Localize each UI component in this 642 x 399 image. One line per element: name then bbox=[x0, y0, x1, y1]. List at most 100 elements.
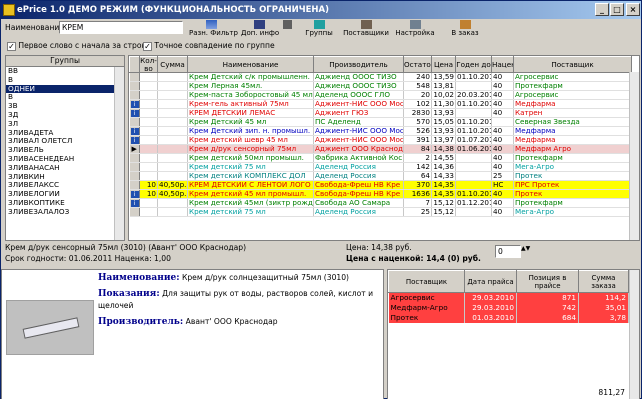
grid-row[interactable]: 10 40,50р. КРЕМ ДЕТСКИЙ С ЛЕНТОЙ ЛОГО Свобо… bbox=[129, 180, 632, 190]
row-indicator: i bbox=[129, 126, 140, 136]
grid-cell-name: Крем детский 50мл промышл. bbox=[187, 153, 314, 163]
prices-column-header[interactable]: Позиция в прайсе bbox=[516, 270, 579, 293]
first-word-checkbox[interactable]: ✓ bbox=[7, 41, 16, 51]
prices-scrollbar[interactable] bbox=[629, 270, 639, 399]
grid-cell-qty bbox=[139, 108, 158, 118]
grid-cell-supplier: Медфарма bbox=[513, 126, 632, 136]
info-button[interactable]: Доп. инфо bbox=[241, 20, 279, 38]
grid-row[interactable]: Крем Детский 45 мл ПС Аделенд 570 15,05 01.1… bbox=[129, 117, 632, 127]
group-item[interactable]: ЗЛИВЕЛЬ bbox=[6, 146, 124, 155]
grid-row[interactable]: Крем Лерная 45мл. Аджиенд ОООС ТИЗО 548 13,… bbox=[129, 81, 632, 91]
info-icon[interactable]: i bbox=[130, 200, 139, 207]
prices-column-header[interactable]: Поставщик bbox=[388, 270, 465, 293]
group-item[interactable]: 3В bbox=[6, 102, 124, 111]
grid-row[interactable]: Крем детский 50мл промышл. Фабрика Активн… bbox=[129, 153, 632, 163]
info-icon[interactable]: i bbox=[130, 128, 139, 135]
settings-button[interactable]: Настройка bbox=[391, 20, 439, 38]
grid-column-header[interactable]: Кол-во bbox=[139, 56, 158, 73]
grid-cell-sum bbox=[157, 162, 188, 172]
groups-list: ВВ В ОДНЕЙ В 3В ЗД ЗЛ ЗЛИВАДЕТА ЗЛИВАЛ ОЛЕТСЛ ЗЛИ… bbox=[6, 67, 124, 217]
grid-cell-stock: 526 bbox=[403, 126, 432, 136]
prices-cell-supplier: Медфарм-Агро bbox=[388, 303, 465, 313]
grid-column-header[interactable]: Годен до bbox=[455, 56, 492, 73]
group-item[interactable]: ЗЛИВАЛ ОЛЕТСЛ bbox=[6, 137, 124, 146]
grid-cell-exp bbox=[455, 171, 492, 181]
prices-row[interactable]: Медфарм-Агро 29.03.2010 742 35,01 bbox=[388, 303, 629, 313]
group-item[interactable]: ВВ bbox=[6, 67, 124, 76]
grid-column-header[interactable]: Цена bbox=[431, 56, 456, 73]
grid-row[interactable]: Крем детский КОМПЛЕКС ДОЛ Аделенд Россия 6… bbox=[129, 171, 632, 181]
grid-row[interactable]: Крем детский 75 мл Аделенд Россия 25 15,12 4… bbox=[129, 207, 632, 217]
groups-button[interactable]: Группы bbox=[301, 20, 337, 38]
arrow-button[interactable] bbox=[279, 20, 295, 38]
grid-cell-markup: 40 bbox=[491, 189, 514, 199]
order-total: 811,27 bbox=[598, 388, 625, 397]
grid-row[interactable]: i Крем детский шевр 45 мл Аджиент-НИС ООО … bbox=[129, 135, 632, 145]
filter-button[interactable]: Разн. Фильтр bbox=[189, 20, 238, 38]
grid-column-header[interactable]: Наценка bbox=[491, 56, 514, 73]
grid-row[interactable]: ▶ Крем д/рук сенсорный 75мл Аджиент ООО Кр… bbox=[129, 144, 632, 154]
prices-row[interactable]: Протек 01.03.2010 684 3,78 bbox=[388, 313, 629, 323]
to-order-button[interactable]: В заказ bbox=[445, 20, 485, 38]
group-item[interactable]: В bbox=[6, 76, 124, 85]
grid-row[interactable]: Крем-паста Зоборостовый 45 мл Аделенд ООО… bbox=[129, 90, 632, 100]
grid-row[interactable]: i Крем Детский зип. н. промышл. Аджиент-НИ… bbox=[129, 126, 632, 136]
grid-cell-exp bbox=[455, 180, 492, 190]
grid-column-header[interactable]: Остаток bbox=[403, 56, 432, 73]
group-item[interactable]: ЗЛИВКИН bbox=[6, 173, 124, 182]
grid-row[interactable]: i Крем-гель активный 75мл Аджиент-НИС ООО … bbox=[129, 99, 632, 109]
group-item[interactable]: В bbox=[6, 93, 124, 102]
grid-row[interactable]: Крем Детский с/к промышленн. Аджиенд ОООС… bbox=[129, 72, 632, 82]
grid-cell-qty bbox=[139, 126, 158, 136]
groups-header: Группы bbox=[6, 56, 124, 67]
prices-column-header[interactable]: Дата прайса bbox=[464, 270, 517, 293]
product-image bbox=[6, 300, 94, 355]
group-item[interactable]: ЗЛИВАСЕНЕДЕАН bbox=[6, 155, 124, 164]
row-indicator: i bbox=[129, 189, 140, 199]
info-icon[interactable]: i bbox=[130, 137, 139, 144]
first-word-option[interactable]: ✓ Первое слово с начала за строки bbox=[7, 41, 151, 51]
grid-column-header[interactable]: Производитель bbox=[313, 56, 404, 73]
grid-column-header[interactable]: Наименование bbox=[187, 56, 314, 73]
group-item[interactable]: ОДНЕЙ bbox=[6, 84, 124, 94]
group-item[interactable]: ЗД bbox=[6, 111, 124, 120]
info-icon[interactable]: i bbox=[130, 110, 139, 117]
group-item[interactable]: ЗЛИВЕЛАКСС bbox=[6, 181, 124, 190]
exact-match-checkbox[interactable]: ✓ bbox=[143, 41, 152, 51]
name-search-input[interactable]: КРЕМ bbox=[59, 21, 183, 34]
info-icon[interactable]: i bbox=[130, 101, 139, 108]
group-item[interactable]: ЗЛИВАДЕТА bbox=[6, 129, 124, 138]
minimize-button[interactable]: _ bbox=[595, 3, 609, 16]
maximize-button[interactable]: □ bbox=[610, 3, 624, 16]
grid-cell-markup: 40 bbox=[491, 90, 514, 100]
grid-row[interactable]: i Крем детский 45мл (зиктр рожд.) Свобода … bbox=[129, 198, 632, 208]
grid-cell-exp bbox=[455, 162, 492, 172]
prices-row[interactable]: Агросервис 29.03.2010 871 114,2 bbox=[388, 292, 629, 303]
grid-cell-markup: 40 bbox=[491, 81, 514, 91]
grid-scrollbar[interactable] bbox=[629, 72, 639, 240]
exact-match-option[interactable]: ✓ Точное совпадение по группе bbox=[143, 41, 275, 51]
grid-column-header[interactable]: Поставщик bbox=[513, 56, 632, 73]
group-item[interactable]: ЗЛИВАНАСАН bbox=[6, 164, 124, 173]
close-button[interactable]: × bbox=[626, 3, 640, 16]
grid-cell-markup: НС bbox=[491, 180, 514, 190]
products-grid: Кол-во Сумма Наименование Производитель Оста… bbox=[128, 55, 640, 241]
grid-row[interactable]: i 10 40,50р. Крем детский 45 мл промышл. Сво… bbox=[129, 189, 632, 199]
group-item[interactable]: ЗЛИВЕЗАЛАЛОЗ bbox=[6, 208, 124, 217]
grid-column-header[interactable]: Сумма bbox=[157, 56, 188, 73]
grid-column-header[interactable] bbox=[129, 56, 140, 73]
grid-cell-exp: 01.10.2011 bbox=[455, 117, 492, 127]
grid-cell-supplier: Медфарма bbox=[513, 135, 632, 145]
quantity-spin-icon[interactable]: ▲▼ bbox=[521, 245, 530, 252]
group-item[interactable]: ЗЛИВЕЛОГИИ bbox=[6, 190, 124, 199]
group-item[interactable]: ЗЛИВКОПТИКЕ bbox=[6, 199, 124, 208]
groups-scrollbar[interactable] bbox=[114, 67, 124, 240]
row-indicator bbox=[129, 162, 140, 172]
prices-column-header[interactable]: Сумма заказа bbox=[578, 270, 629, 293]
grid-row[interactable]: i КРЕМ ДЕТСКИЙ ЛЕМАС Аджиент ГЮЗ 2830 13,93 4… bbox=[129, 108, 632, 118]
quantity-input[interactable]: 0 bbox=[495, 245, 521, 258]
suppliers-button[interactable]: Поставщики bbox=[343, 20, 389, 38]
grid-row[interactable]: Крем детский 75 мл Аделенд Россия 142 14,36… bbox=[129, 162, 632, 172]
group-item[interactable]: ЗЛ bbox=[6, 120, 124, 129]
info-icon[interactable]: i bbox=[130, 191, 139, 198]
